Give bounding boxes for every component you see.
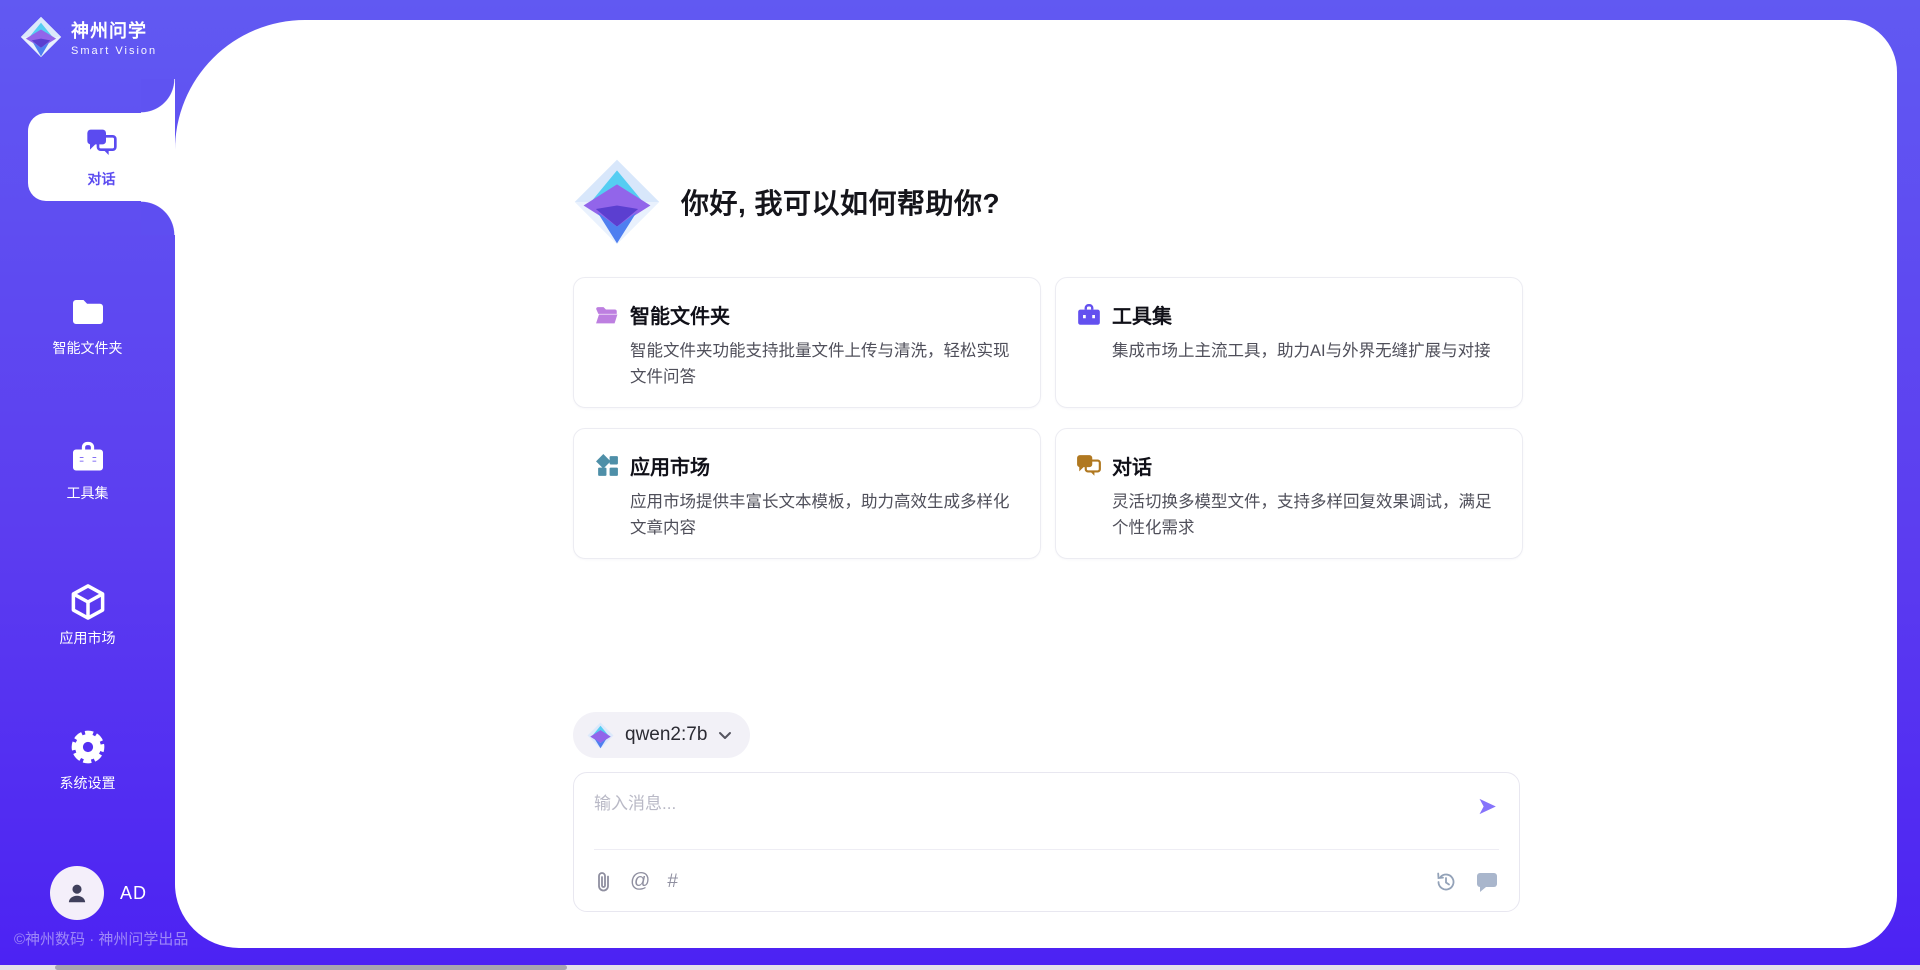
model-logo-icon xyxy=(587,722,614,749)
folder-icon xyxy=(70,294,106,330)
avatar[interactable] xyxy=(50,866,104,920)
card-title: 工具集 xyxy=(1112,300,1172,329)
sidebar-item-settings[interactable]: 系统设置 xyxy=(0,723,175,799)
person-icon xyxy=(64,880,90,906)
card-description: 集成市场上主流工具，助力AI与外界无缝扩展与对接 xyxy=(1112,339,1498,365)
card-title: 智能文件夹 xyxy=(630,300,730,329)
brand-name: 神州问学 xyxy=(71,17,157,43)
topic-icon[interactable]: # xyxy=(667,871,678,893)
card-description: 应用市场提供丰富长文本模板，助力高效生成多样化文章内容 xyxy=(630,490,1016,541)
greeting-title: 你好, 我可以如何帮助你? xyxy=(681,182,1000,222)
card-title: 应用市场 xyxy=(630,451,710,480)
card-description: 智能文件夹功能支持批量文件上传与清洗，轻松实现文件问答 xyxy=(630,339,1016,390)
sidebar-item-smart-folder[interactable]: 智能文件夹 xyxy=(0,288,175,364)
card-smart-folder[interactable]: 智能文件夹 智能文件夹功能支持批量文件上传与清洗，轻松实现文件问答 xyxy=(573,277,1041,408)
sidebar-item-toolset[interactable]: 工具集 xyxy=(0,433,175,509)
main-panel: 你好, 我可以如何帮助你? 智能文件夹 智能文件夹功能支持批量文件上传与清洗，轻… xyxy=(175,20,1897,948)
user-account[interactable]: AD xyxy=(50,866,147,920)
user-initials: AD xyxy=(120,883,147,904)
model-selector[interactable]: qwen2:7b xyxy=(573,712,750,758)
assistant-logo-icon xyxy=(573,158,661,246)
chat-bubbles-icon xyxy=(84,125,120,161)
toolbox-icon xyxy=(1076,302,1102,328)
copyright-footer: ©神州数码 · 神州问学出品 xyxy=(14,928,188,949)
cube-icon xyxy=(70,584,106,620)
sidebar-item-label: 对话 xyxy=(88,169,116,189)
composer-toolbar: @ # xyxy=(594,850,1499,913)
card-chat[interactable]: 对话 灵活切换多模型文件，支持多样回复效果调试，满足个性化需求 xyxy=(1055,428,1523,559)
sidebar-item-chat[interactable]: 对话 xyxy=(28,113,175,201)
greeting-block: 你好, 我可以如何帮助你? xyxy=(573,158,1000,246)
message-composer: ➤ @ # xyxy=(573,772,1520,912)
card-description: 灵活切换多模型文件，支持多样回复效果调试，满足个性化需求 xyxy=(1112,490,1498,541)
sidebar-item-label: 智能文件夹 xyxy=(53,338,123,358)
brand-logo-icon xyxy=(20,16,62,58)
mention-icon[interactable]: @ xyxy=(630,870,650,893)
comment-icon[interactable] xyxy=(1475,871,1499,893)
send-icon[interactable]: ➤ xyxy=(1477,795,1497,819)
sidebar: 神州问学 Smart Vision 对话 智能文件夹 xyxy=(0,0,175,970)
horizontal-scrollbar[interactable] xyxy=(0,965,1920,970)
sidebar-item-label: 系统设置 xyxy=(60,773,116,793)
card-toolset[interactable]: 工具集 集成市场上主流工具，助力AI与外界无缝扩展与对接 xyxy=(1055,277,1523,408)
app-grid-icon xyxy=(594,453,620,479)
toolbox-icon xyxy=(70,439,106,475)
feature-cards: 智能文件夹 智能文件夹功能支持批量文件上传与清洗，轻松实现文件问答 工具集 集成… xyxy=(573,277,1523,559)
sidebar-item-label: 应用市场 xyxy=(60,628,116,648)
history-icon[interactable] xyxy=(1434,870,1458,894)
brand-subtitle: Smart Vision xyxy=(71,45,157,57)
gear-icon xyxy=(70,729,106,765)
scrollbar-thumb[interactable] xyxy=(55,965,567,970)
brand: 神州问学 Smart Vision xyxy=(20,16,157,58)
attachment-icon[interactable] xyxy=(594,871,613,893)
card-title: 对话 xyxy=(1112,451,1152,480)
chat-bubbles-icon xyxy=(1076,453,1102,479)
sidebar-item-app-market[interactable]: 应用市场 xyxy=(0,578,175,654)
chevron-down-icon xyxy=(718,731,732,740)
sidebar-item-label: 工具集 xyxy=(67,483,109,503)
card-app-market[interactable]: 应用市场 应用市场提供丰富长文本模板，助力高效生成多样化文章内容 xyxy=(573,428,1041,559)
model-name: qwen2:7b xyxy=(625,724,707,746)
message-input[interactable] xyxy=(594,789,1444,843)
folder-open-icon xyxy=(594,302,620,328)
